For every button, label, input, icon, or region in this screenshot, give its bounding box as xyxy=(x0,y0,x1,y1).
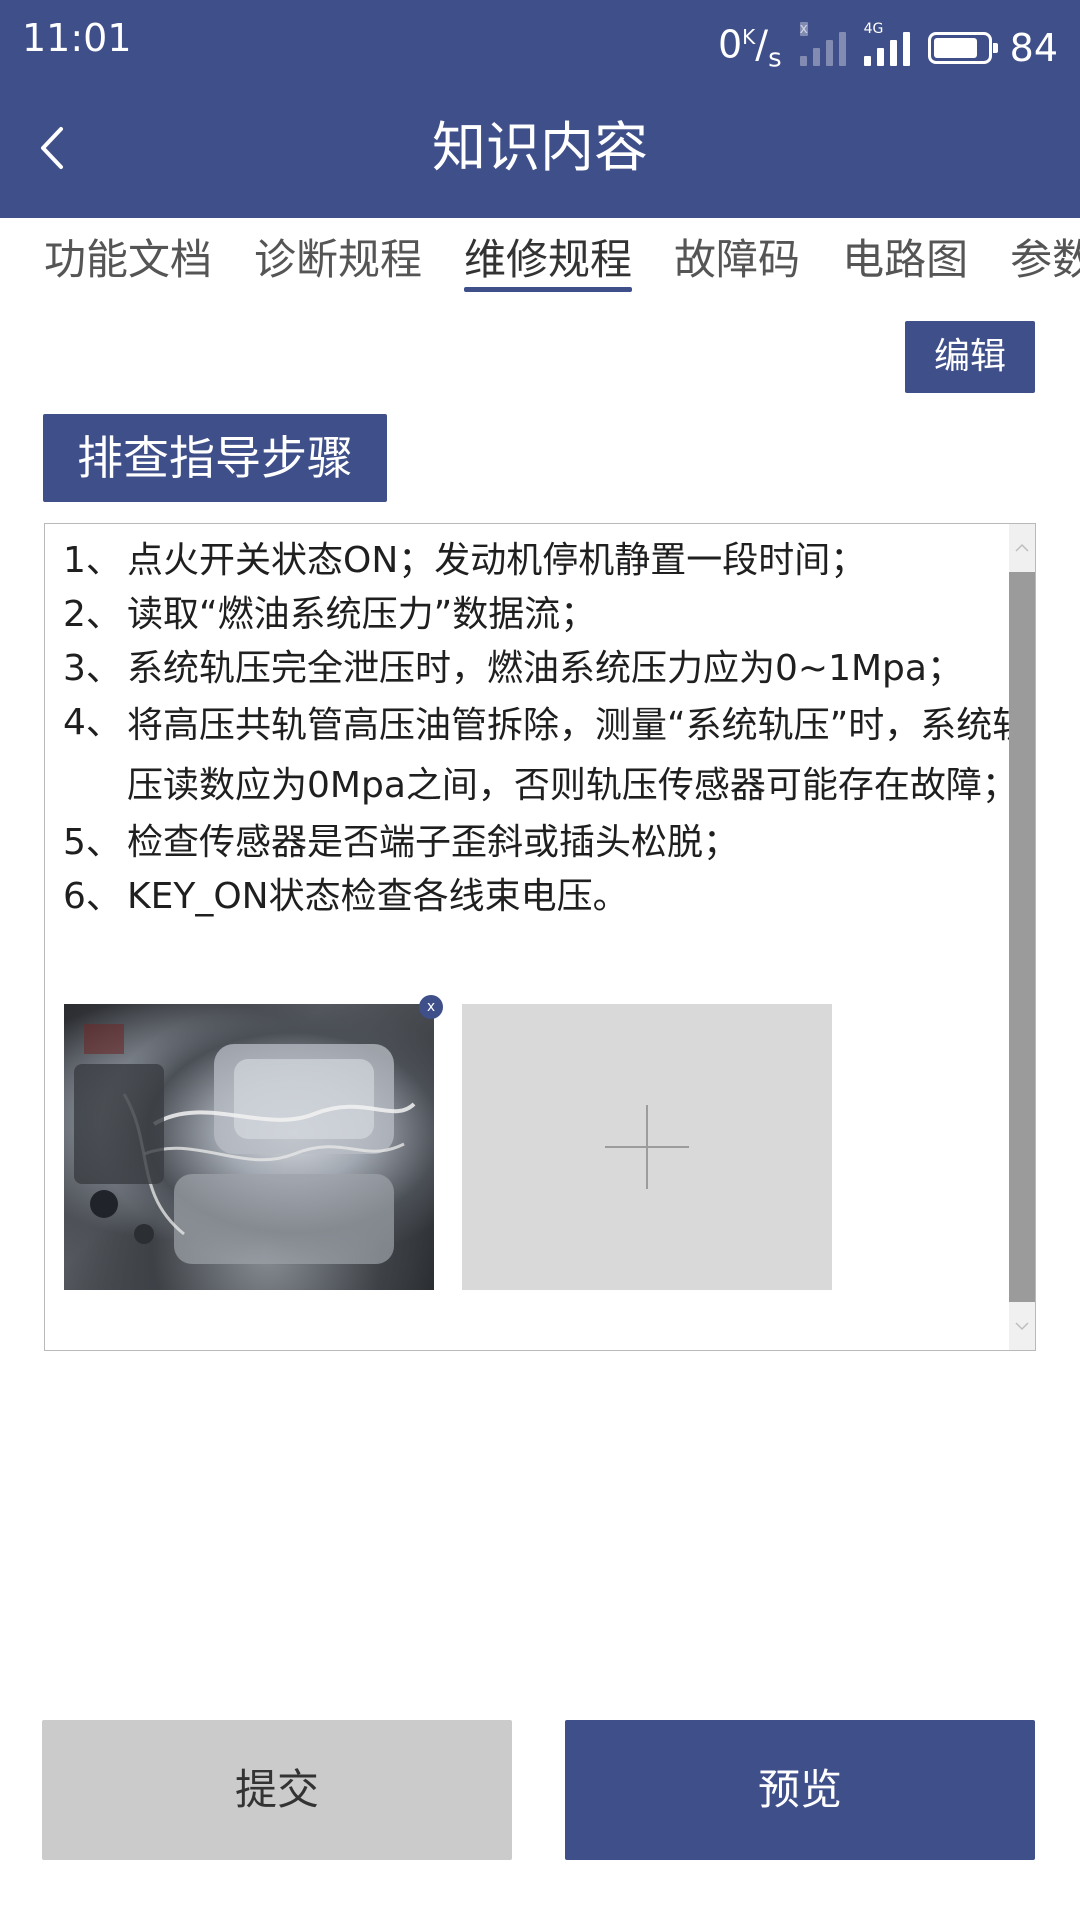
tab-diagnosis-procedure[interactable]: 诊断规程 xyxy=(254,218,422,302)
attachment-photo[interactable] xyxy=(64,1004,434,1290)
status-icons: 0K/s x 4G 84 xyxy=(718,12,1058,83)
status-time: 11:01 xyxy=(22,16,132,60)
section-title: 排查指导步骤 xyxy=(43,414,387,502)
step-number: 2、 xyxy=(63,594,122,635)
plus-icon-vertical xyxy=(646,1105,648,1189)
sim1-tag: x xyxy=(799,20,808,37)
scrollbar-thumb[interactable] xyxy=(1009,572,1035,1302)
step-number: 3、 xyxy=(63,648,122,689)
step-item: 6、 KEY_ON状态检查各线束电压。 xyxy=(63,870,1033,924)
step-number: 1、 xyxy=(63,540,122,581)
edit-button[interactable]: 编辑 xyxy=(905,321,1035,393)
step-item: 1、 点火开关状态ON；发动机停机静置一段时间； xyxy=(63,534,1033,588)
app-header: 11:01 0K/s x 4G 84 知识内容 xyxy=(0,0,1080,218)
preview-button[interactable]: 预览 xyxy=(565,1720,1035,1860)
scroll-down-arrow-icon[interactable] xyxy=(1009,1302,1035,1350)
add-image-button[interactable] xyxy=(462,1004,832,1290)
step-item: 4、 将高压共轨管高压油管拆除，测量“系统轨压”时，系统轨压读数应为0Mpa之间… xyxy=(63,696,1033,816)
sim1-signal-icon: x xyxy=(799,21,846,66)
battery-icon xyxy=(927,31,998,64)
step-text: 系统轨压完全泄压时，燃油系统压力应为0~1Mpa； xyxy=(127,648,963,689)
network-speed-unit-bottom: s xyxy=(768,43,782,74)
page-title: 知识内容 xyxy=(432,116,648,179)
tab-parameters[interactable]: 参数 xyxy=(1010,218,1080,302)
tab-bar: 功能文档 诊断规程 维修规程 故障码 电路图 参数 xyxy=(0,218,1080,302)
tab-function-docs[interactable]: 功能文档 xyxy=(44,218,212,302)
scroll-up-arrow-icon[interactable] xyxy=(1009,524,1035,572)
network-speed-unit-top: K xyxy=(742,25,756,49)
engine-photo-graphic xyxy=(74,1024,416,1264)
scrollbar[interactable] xyxy=(1009,524,1035,1350)
tab-repair-procedure[interactable]: 维修规程 xyxy=(464,218,633,302)
network-speed-value: 0 xyxy=(717,22,743,67)
step-item: 2、 读取“燃油系统压力”数据流； xyxy=(63,588,1033,642)
step-number: 6、 xyxy=(63,876,122,917)
step-text: KEY_ON状态检查各线束电压。 xyxy=(127,876,629,917)
steps-editor[interactable]: 1、 点火开关状态ON；发动机停机静置一段时间； 2、 读取“燃油系统压力”数据… xyxy=(44,523,1036,1351)
tab-circuit-diagram[interactable]: 电路图 xyxy=(842,218,968,302)
network-speed: 0K/s xyxy=(717,22,782,74)
battery-level: 84 xyxy=(1009,25,1058,70)
step-text: 将高压共轨管高压油管拆除，测量“系统轨压”时，系统轨压读数应为0Mpa之间，否则… xyxy=(127,705,1029,806)
step-item: 5、 检查传感器是否端子歪斜或插头松脱； xyxy=(63,816,1033,870)
step-number: 4、 xyxy=(63,702,122,743)
steps-list: 1、 点火开关状态ON；发动机停机静置一段时间； 2、 读取“燃油系统压力”数据… xyxy=(63,534,1033,924)
sim2-signal-icon: 4G xyxy=(863,22,910,66)
submit-button[interactable]: 提交 xyxy=(42,1720,512,1860)
step-number: 5、 xyxy=(63,822,122,863)
tab-fault-codes[interactable]: 故障码 xyxy=(674,218,800,302)
step-item: 3、 系统轨压完全泄压时，燃油系统压力应为0~1Mpa； xyxy=(63,642,1033,696)
step-text: 点火开关状态ON；发动机停机静置一段时间； xyxy=(127,540,867,581)
step-text: 检查传感器是否端子歪斜或插头松脱； xyxy=(127,822,740,863)
step-text: 读取“燃油系统压力”数据流； xyxy=(127,594,597,635)
sim2-tag: 4G xyxy=(863,20,884,37)
remove-attachment-button[interactable]: x xyxy=(419,995,443,1019)
